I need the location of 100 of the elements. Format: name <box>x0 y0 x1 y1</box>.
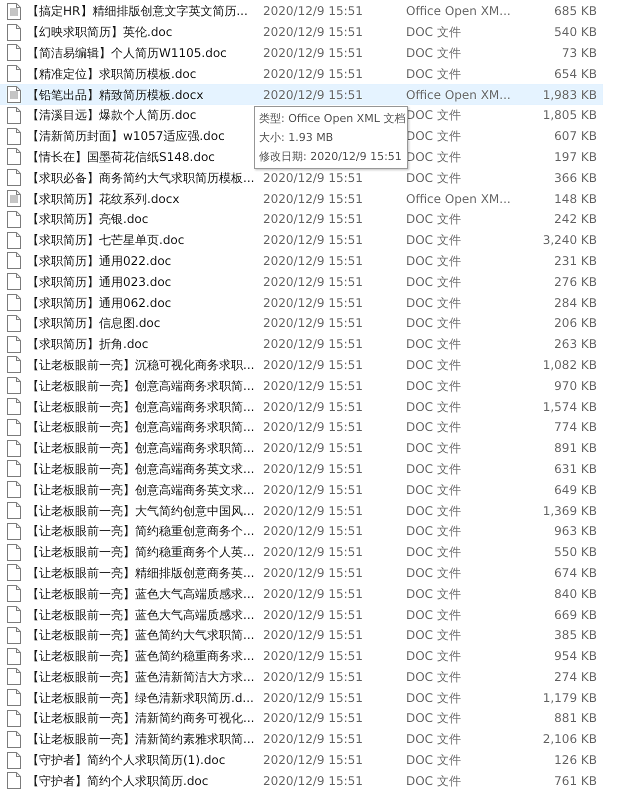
modified-date: 2020/12/9 15:51 <box>263 732 363 746</box>
modified-date: 2020/12/9 15:51 <box>263 545 363 560</box>
file-name[interactable]: 【让老板眼前一亮】创意高端商务求职简... <box>27 441 254 456</box>
file-type: DOC 文件 <box>406 753 461 768</box>
file-name[interactable]: 【清溪目远】爆款个人简历.doc <box>27 108 196 122</box>
file-size: 550 KB <box>554 545 597 560</box>
file-type: DOC 文件 <box>406 566 461 580</box>
tooltip-text: 类型: Office Open XML 文档 <box>259 111 406 127</box>
file-type: DOC 文件 <box>406 711 461 726</box>
file-name[interactable]: 【让老板眼前一亮】清新简约商务可视化... <box>27 711 254 726</box>
tooltip-text: 修改日期: 2020/12/9 15:51 <box>259 149 402 165</box>
file-name[interactable]: 【求职简历】七芒星单页.doc <box>27 233 184 248</box>
file-size: 242 KB <box>554 212 597 226</box>
file-name[interactable]: 【求职简历】折角.doc <box>27 337 148 352</box>
file-name[interactable]: 【幻映求职简历】英伦.doc <box>27 25 172 40</box>
modified-date: 2020/12/9 15:51 <box>263 233 363 248</box>
file-type: DOC 文件 <box>406 628 461 642</box>
modified-date: 2020/12/9 15:51 <box>263 482 363 497</box>
file-type: DOC 文件 <box>406 337 461 352</box>
file-name[interactable]: 【让老板眼前一亮】创意高端商务英文求... <box>27 462 254 476</box>
selected-file-row[interactable]: 【铅笔出品】精致简历模板.docx 2020/12/9 15:51 Office Open XM... 1,983 KB <box>0 84 603 105</box>
file-size: 774 KB <box>554 420 597 434</box>
file-name[interactable]: 【求职必备】商务简约大气求职简历模板... <box>27 170 254 185</box>
file-type: DOC 文件 <box>406 524 461 538</box>
file-type: DOC 文件 <box>406 462 461 476</box>
modified-date: 2020/12/9 15:51 <box>263 774 363 788</box>
file-name[interactable]: 【让老板眼前一亮】沉稳可视化商务求职... <box>27 358 254 372</box>
file-name[interactable]: 【让老板眼前一亮】蓝色清新简洁大方求... <box>27 670 254 684</box>
file-name[interactable]: 【求职简历】亮银.doc <box>27 212 148 226</box>
file-type: DOC 文件 <box>406 233 461 248</box>
modified-date: 2020/12/9 15:51 <box>263 690 363 705</box>
file-size: 761 KB <box>554 774 597 788</box>
file-type: DOC 文件 <box>406 649 461 664</box>
file-type: DOC 文件 <box>406 420 461 434</box>
file-size: 284 KB <box>554 296 597 310</box>
file-type: DOC 文件 <box>406 46 461 60</box>
file-name[interactable]: 【让老板眼前一亮】蓝色大气高端质感求... <box>27 608 254 622</box>
file-name[interactable]: 【让老板眼前一亮】蓝色简约大气求职简... <box>27 628 254 642</box>
file-size: 674 KB <box>554 566 597 580</box>
file-size: 540 KB <box>554 25 597 40</box>
file-name[interactable]: 【精准定位】求职简历模板.doc <box>27 66 196 81</box>
file-name[interactable]: 【让老板眼前一亮】大气简约创意中国风... <box>27 504 254 518</box>
modified-date: 2020/12/9 15:51 <box>263 628 363 642</box>
modified-date: 2020/12/9 15:51 <box>263 670 363 684</box>
modified-date: 2020/12/9 15:51 <box>263 566 363 580</box>
file-type: DOC 文件 <box>406 732 461 746</box>
file-size: 881 KB <box>554 711 597 726</box>
file-size: 1,983 KB <box>542 88 597 102</box>
modified-date: 2020/12/9 15:51 <box>263 586 363 601</box>
file-name[interactable]: 【情长在】国墨荷花信纸S148.doc <box>27 150 215 164</box>
file-name[interactable]: 【简洁易编辑】个人简历W1105.doc <box>27 46 227 60</box>
file-type: DOC 文件 <box>406 274 461 289</box>
file-name[interactable]: 【求职简历】花纹系列.docx <box>27 192 180 206</box>
file-name[interactable]: 【求职简历】通用062.doc <box>27 296 172 310</box>
file-type: DOC 文件 <box>406 586 461 601</box>
file-name[interactable]: 【求职简历】通用023.doc <box>27 274 172 289</box>
modified-date: 2020/12/9 15:51 <box>263 400 363 414</box>
file-size: 73 KB <box>562 46 597 60</box>
file-name[interactable]: 【让老板眼前一亮】绿色清新求职简历.d... <box>27 690 254 705</box>
file-name[interactable]: 【求职简历】通用022.doc <box>27 254 172 268</box>
file-size: 1,805 KB <box>542 108 597 122</box>
file-size: 631 KB <box>554 462 597 476</box>
file-name[interactable]: 【让老板眼前一亮】蓝色大气高端质感求... <box>27 586 254 601</box>
file-type: Office Open XM... <box>406 88 511 102</box>
file-name[interactable]: 【让老板眼前一亮】创意高端商务求职简... <box>27 378 254 393</box>
modified-date: 2020/12/9 15:51 <box>263 462 363 476</box>
file-type: DOC 文件 <box>406 482 461 497</box>
file-name[interactable]: 【守护者】简约个人求职简历.doc <box>27 774 208 788</box>
file-size: 1,574 KB <box>542 400 597 414</box>
tooltip-text: 大小: 1.93 MB <box>259 130 334 146</box>
file-size: 274 KB <box>554 670 597 684</box>
file-type: DOC 文件 <box>406 774 461 788</box>
file-type: DOC 文件 <box>406 296 461 310</box>
file-name[interactable]: 【让老板眼前一亮】创意高端商务求职简... <box>27 400 254 414</box>
file-name[interactable]: 【让老板眼前一亮】精细排版创意商务英... <box>27 566 254 580</box>
file-size: 669 KB <box>554 608 597 622</box>
file-size: 654 KB <box>554 66 597 81</box>
modified-date: 2020/12/9 15:51 <box>263 608 363 622</box>
file-name[interactable]: 【清新简历封面】w1057适应强.doc <box>27 129 225 144</box>
file-name[interactable]: 【让老板眼前一亮】蓝色简约稳重商务求... <box>27 649 254 664</box>
modified-date: 2020/12/9 15:51 <box>263 420 363 434</box>
file-name[interactable]: 【搞定HR】精细排版创意文字英文简历... <box>27 4 248 18</box>
file-name[interactable]: 【守护者】简约个人求职简历(1).doc <box>27 753 226 768</box>
file-name[interactable]: 【让老板眼前一亮】创意高端商务求职简... <box>27 420 254 434</box>
modified-date: 2020/12/9 15:51 <box>263 46 363 60</box>
file-type: Office Open XM... <box>406 4 511 18</box>
file-name[interactable]: 【铅笔出品】精致简历模板.docx <box>27 88 204 102</box>
file-name[interactable]: 【让老板眼前一亮】创意高端商务英文求... <box>27 482 254 497</box>
modified-date: 2020/12/9 15:51 <box>263 254 363 268</box>
file-name[interactable]: 【让老板眼前一亮】清新简约素雅求职简... <box>27 732 254 746</box>
file-size: 1,369 KB <box>542 504 597 518</box>
file-type: DOC 文件 <box>406 212 461 226</box>
modified-date: 2020/12/9 15:51 <box>263 753 363 768</box>
file-name[interactable]: 【让老板眼前一亮】简约稳重创意商务个... <box>27 524 254 538</box>
file-name[interactable]: 【求职简历】信息图.doc <box>27 316 160 330</box>
file-type: DOC 文件 <box>406 504 461 518</box>
modified-date: 2020/12/9 15:51 <box>263 358 363 372</box>
modified-date: 2020/12/9 15:51 <box>263 441 363 456</box>
modified-date: 2020/12/9 15:51 <box>263 711 363 726</box>
file-name[interactable]: 【让老板眼前一亮】简约稳重商务个人英... <box>27 545 254 560</box>
